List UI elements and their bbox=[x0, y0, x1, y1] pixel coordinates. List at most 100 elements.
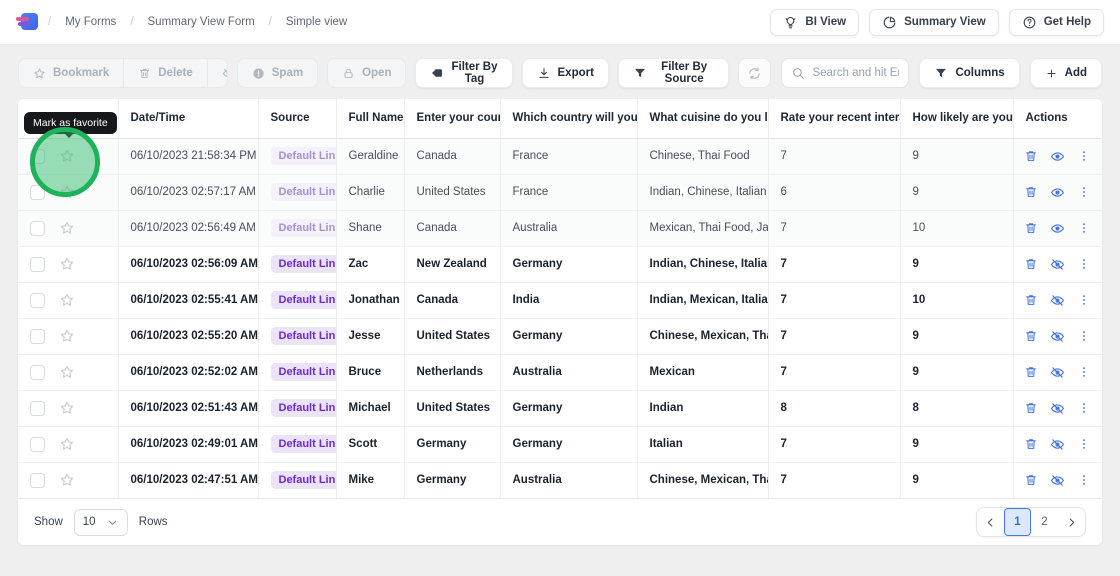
row-menu-icon[interactable] bbox=[1077, 185, 1091, 199]
submissions-table: Date/Time Source Full Name Enter your co… bbox=[18, 99, 1102, 498]
summary-view-button[interactable]: Summary View bbox=[869, 9, 999, 36]
seen-toggle-icon[interactable] bbox=[1050, 149, 1065, 164]
seen-toggle-icon[interactable] bbox=[1050, 329, 1065, 344]
row-checkbox[interactable] bbox=[30, 401, 45, 416]
seen-toggle-icon[interactable] bbox=[1050, 293, 1065, 308]
row-checkbox[interactable] bbox=[30, 257, 45, 272]
favorite-star-icon[interactable] bbox=[59, 220, 75, 236]
column-header-datetime[interactable]: Date/Time bbox=[118, 99, 258, 138]
table-row[interactable]: 06/10/2023 02:47:51 AM Default Link Mike… bbox=[18, 462, 1102, 498]
row-menu-icon[interactable] bbox=[1077, 149, 1091, 163]
source-badge: Default Link bbox=[271, 435, 337, 453]
delete-button[interactable]: Delete bbox=[124, 59, 208, 87]
column-header-country[interactable]: Enter your country bbox=[404, 99, 500, 138]
delete-row-icon[interactable] bbox=[1024, 365, 1038, 379]
export-button[interactable]: Export bbox=[522, 58, 609, 88]
column-header-rate[interactable]: Rate your recent intera... bbox=[768, 99, 900, 138]
row-checkbox[interactable] bbox=[30, 437, 45, 452]
favorite-star-icon[interactable] bbox=[59, 256, 75, 272]
cell-likely: 10 bbox=[900, 282, 1013, 318]
column-header-likely[interactable]: How likely are you to r... bbox=[900, 99, 1013, 138]
filter-by-tag-button[interactable]: Filter By Tag bbox=[415, 58, 512, 88]
row-checkbox[interactable] bbox=[30, 473, 45, 488]
delete-row-icon[interactable] bbox=[1024, 437, 1038, 451]
seen-toggle-icon[interactable] bbox=[1050, 221, 1065, 236]
table-row[interactable]: 06/10/2023 02:52:02 AM Default Link Bruc… bbox=[18, 354, 1102, 390]
row-checkbox[interactable] bbox=[30, 329, 45, 344]
add-label: Add bbox=[1065, 67, 1087, 79]
favorite-star-icon[interactable] bbox=[59, 436, 75, 452]
column-header-full-name[interactable]: Full Name bbox=[336, 99, 404, 138]
delete-row-icon[interactable] bbox=[1024, 149, 1038, 163]
add-button[interactable]: Add bbox=[1030, 58, 1102, 88]
table-row[interactable]: 06/10/2023 02:55:41 AM Default Link Jona… bbox=[18, 282, 1102, 318]
seen-toggle-icon[interactable] bbox=[1050, 437, 1065, 452]
delete-label: Delete bbox=[158, 67, 193, 79]
row-menu-icon[interactable] bbox=[1077, 293, 1091, 307]
row-checkbox[interactable] bbox=[30, 365, 45, 380]
bookmark-button[interactable]: Bookmark bbox=[19, 59, 124, 87]
open-button[interactable]: Open bbox=[327, 58, 406, 88]
column-header-visit-country[interactable]: Which country will you... bbox=[500, 99, 637, 138]
source-badge: Default Link bbox=[271, 327, 337, 345]
app-logo-icon[interactable] bbox=[16, 12, 38, 32]
table-row[interactable]: 06/10/2023 02:51:43 AM Default Link Mich… bbox=[18, 390, 1102, 426]
spam-button[interactable]: Spam bbox=[237, 58, 318, 88]
table-row[interactable]: 06/10/2023 02:49:01 AM Default Link Scot… bbox=[18, 426, 1102, 462]
row-menu-icon[interactable] bbox=[1077, 365, 1091, 379]
columns-button[interactable]: Columns bbox=[919, 58, 1019, 88]
seen-toggle-icon[interactable] bbox=[1050, 365, 1065, 380]
breadcrumb-item-my-forms[interactable]: My Forms bbox=[65, 16, 116, 28]
search-input[interactable] bbox=[812, 67, 899, 79]
breadcrumb-item-view[interactable]: Simple view bbox=[286, 16, 347, 28]
cell-full-name: Shane bbox=[336, 210, 404, 246]
favorite-star-icon[interactable] bbox=[59, 292, 75, 308]
delete-row-icon[interactable] bbox=[1024, 293, 1038, 307]
breadcrumb-item-form[interactable]: Summary View Form bbox=[148, 16, 255, 28]
column-header-cuisine[interactable]: What cuisine do you lo... bbox=[637, 99, 768, 138]
row-menu-icon[interactable] bbox=[1077, 473, 1091, 487]
pagination-prev-button[interactable] bbox=[977, 508, 1004, 536]
cell-country: United States bbox=[404, 318, 500, 354]
cell-rate: 8 bbox=[768, 390, 900, 426]
row-menu-icon[interactable] bbox=[1077, 257, 1091, 271]
refresh-button[interactable] bbox=[738, 58, 771, 88]
delete-row-icon[interactable] bbox=[1024, 401, 1038, 415]
pagination-next-button[interactable] bbox=[1058, 508, 1085, 536]
delete-row-icon[interactable] bbox=[1024, 257, 1038, 271]
unseen-button[interactable]: Unseen bbox=[208, 59, 228, 87]
row-menu-icon[interactable] bbox=[1077, 221, 1091, 235]
click-highlight-circle bbox=[30, 127, 100, 197]
seen-toggle-icon[interactable] bbox=[1050, 401, 1065, 416]
delete-row-icon[interactable] bbox=[1024, 221, 1038, 235]
table-row[interactable]: 06/10/2023 02:57:17 AM Default Link Char… bbox=[18, 174, 1102, 210]
seen-toggle-icon[interactable] bbox=[1050, 257, 1065, 272]
row-checkbox[interactable] bbox=[30, 293, 45, 308]
row-checkbox[interactable] bbox=[30, 221, 45, 236]
row-menu-icon[interactable] bbox=[1077, 437, 1091, 451]
row-menu-icon[interactable] bbox=[1077, 329, 1091, 343]
delete-row-icon[interactable] bbox=[1024, 473, 1038, 487]
table-row[interactable]: 06/10/2023 21:58:34 PM Default Link Gera… bbox=[18, 138, 1102, 174]
pagination-page-1[interactable]: 1 bbox=[1004, 508, 1031, 536]
get-help-button[interactable]: Get Help bbox=[1009, 9, 1104, 36]
favorite-star-icon[interactable] bbox=[59, 328, 75, 344]
pagination-page-2[interactable]: 2 bbox=[1031, 508, 1058, 536]
seen-toggle-icon[interactable] bbox=[1050, 473, 1065, 488]
filter-by-source-button[interactable]: Filter By Source bbox=[618, 58, 730, 88]
cell-datetime: 06/10/2023 21:58:34 PM bbox=[118, 138, 258, 174]
column-header-source[interactable]: Source bbox=[258, 99, 336, 138]
table-row[interactable]: 06/10/2023 02:56:09 AM Default Link Zac … bbox=[18, 246, 1102, 282]
page-size-select[interactable]: 10 bbox=[74, 509, 128, 536]
favorite-star-icon[interactable] bbox=[59, 364, 75, 380]
row-menu-icon[interactable] bbox=[1077, 401, 1091, 415]
bi-view-button[interactable]: BI View bbox=[770, 9, 859, 36]
delete-row-icon[interactable] bbox=[1024, 329, 1038, 343]
delete-row-icon[interactable] bbox=[1024, 185, 1038, 199]
table-row[interactable]: 06/10/2023 02:55:20 AM Default Link Jess… bbox=[18, 318, 1102, 354]
breadcrumb-separator: / bbox=[269, 16, 272, 28]
table-row[interactable]: 06/10/2023 02:56:49 AM Default Link Shan… bbox=[18, 210, 1102, 246]
favorite-star-icon[interactable] bbox=[59, 472, 75, 488]
seen-toggle-icon[interactable] bbox=[1050, 185, 1065, 200]
favorite-star-icon[interactable] bbox=[59, 400, 75, 416]
